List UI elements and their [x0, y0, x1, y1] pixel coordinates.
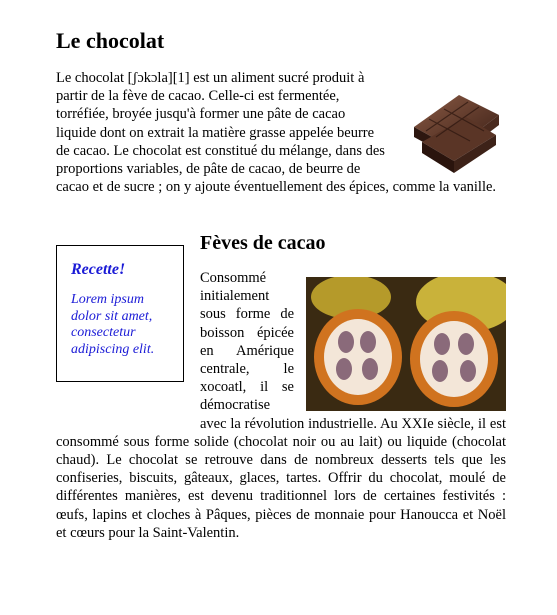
chocolate-image: [414, 95, 499, 173]
section-paragraph: Consommé initialement sous forme de bois…: [56, 269, 506, 542]
section-title: Fèves de cacao: [200, 232, 326, 254]
intro-paragraph: Le chocolat [ʃɔkɔla][1] est un aliment s…: [56, 69, 506, 196]
page-title: Le chocolat: [56, 28, 165, 53]
cacao-image: [306, 277, 506, 411]
recipe-spacer: [56, 269, 200, 415]
